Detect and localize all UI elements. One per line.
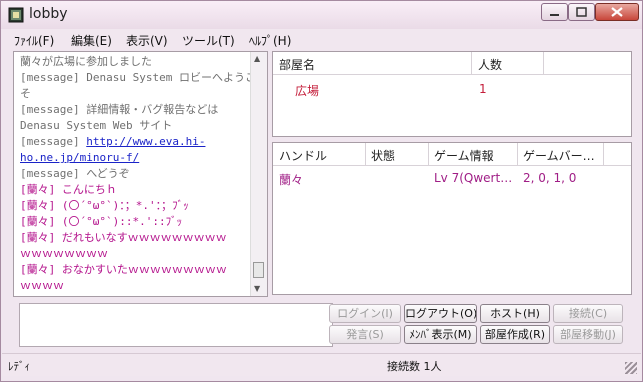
col-room-name[interactable]: 部屋名 bbox=[279, 56, 315, 73]
chat-line: Denasu System Web サイト bbox=[20, 118, 252, 134]
chat-line: [蘭々] だれもいなすｗｗｗｗｗｗｗｗｗ bbox=[20, 230, 252, 246]
chat-scrollbar[interactable]: ▲ ▼ bbox=[250, 52, 267, 296]
lobby-window: lobby ﾌｧｲﾙ(F) 編集(E) 表示(V) ツール(T) ﾍﾙﾌﾟ(H)… bbox=[0, 0, 643, 382]
room-row-count[interactable]: 1 bbox=[479, 82, 487, 96]
speak-button[interactable]: 発言(S) bbox=[329, 325, 401, 344]
chat-line-text: [蘭々] だれもいなすｗｗｗｗｗｗｗｗｗ bbox=[20, 231, 227, 244]
chat-link[interactable]: ho.ne.jp/minoru-f/ bbox=[20, 151, 139, 164]
chat-line: ｗｗｗｗ bbox=[20, 278, 252, 294]
action-panel: ログイン(I) ログアウト(O) ホスト(H) 接続(C) 発言(S) ﾒﾝﾊﾞ… bbox=[13, 302, 623, 352]
lobby-app-icon bbox=[8, 7, 24, 23]
col-handle[interactable]: ハンドル bbox=[279, 147, 327, 164]
status-bar: ﾚﾃﾞｨ 接続数 1人 bbox=[2, 353, 641, 376]
chat-line-text: Denasu System Web サイト bbox=[20, 119, 173, 132]
close-button[interactable] bbox=[595, 3, 639, 21]
room-list[interactable]: 部屋名 人数 広場 1 bbox=[272, 51, 632, 137]
resize-grip-icon[interactable] bbox=[625, 362, 637, 374]
host-button[interactable]: ホスト(H) bbox=[480, 304, 550, 323]
scroll-down-icon[interactable]: ▼ bbox=[254, 284, 260, 293]
chat-line: [message] 詳細情報・バグ報告などは bbox=[20, 102, 252, 118]
menu-bar: ﾌｧｲﾙ(F) 編集(E) 表示(V) ツール(T) ﾍﾙﾌﾟ(H) bbox=[2, 29, 641, 50]
chat-line-text: [message] へどうぞ bbox=[20, 167, 130, 180]
chat-line-text: ｗｗｗｗｗｗｗｗ bbox=[20, 247, 108, 260]
chat-lines: 蘭々が広場に参加しました [message] Denasu System ロビーへ… bbox=[20, 54, 256, 294]
chat-line-text: ｗｗｗｗ bbox=[20, 279, 64, 292]
col-count[interactable]: 人数 bbox=[478, 56, 502, 73]
title-bar[interactable]: lobby bbox=[1, 1, 642, 29]
col-status[interactable]: 状態 bbox=[371, 147, 395, 164]
room-row-name[interactable]: 広場 bbox=[295, 82, 319, 99]
login-button[interactable]: ログイン(I) bbox=[329, 304, 401, 323]
chat-line: そ bbox=[20, 86, 252, 102]
user-row-game-info: Lv 7(Qwert… bbox=[434, 171, 513, 185]
chat-line-text: [message] bbox=[20, 135, 87, 148]
menu-view[interactable]: 表示(V) bbox=[126, 32, 168, 49]
connection-count: 接続数 1人 bbox=[387, 360, 442, 373]
scrollbar-thumb[interactable] bbox=[253, 262, 264, 278]
connect-button[interactable]: 接続(C) bbox=[553, 304, 623, 323]
chat-line-text: [蘭々] (〇´°ω°`)：；*.'：；ﾌﾞｯ bbox=[20, 199, 189, 212]
chat-line-text: そ bbox=[20, 87, 31, 100]
scroll-up-icon[interactable]: ▲ bbox=[254, 54, 260, 63]
user-list[interactable]: ハンドル 状態 ゲーム情報 ゲームバー… 蘭々 Lv 7(Qwert… 2, 0… bbox=[272, 142, 632, 295]
col-game-version[interactable]: ゲームバー… bbox=[523, 147, 595, 164]
maximize-icon bbox=[576, 7, 587, 17]
chat-line-text: [message] Denasu System ロビーへようこ bbox=[20, 71, 256, 84]
menu-help[interactable]: ﾍﾙﾌﾟ(H) bbox=[249, 32, 291, 49]
chat-line: [蘭々] こんにちｈ bbox=[20, 182, 252, 198]
menu-file[interactable]: ﾌｧｲﾙ(F) bbox=[14, 32, 54, 49]
chat-line: [message] Denasu System ロビーへようこ bbox=[20, 70, 256, 86]
user-row-game-version: 2, 0, 1, 0 bbox=[523, 171, 577, 185]
chat-line-text: 蘭々が広場に参加しました bbox=[20, 55, 152, 68]
maximize-button[interactable] bbox=[568, 3, 595, 21]
col-game-info[interactable]: ゲーム情報 bbox=[434, 147, 494, 164]
chat-line: [message] へどうぞ bbox=[20, 166, 252, 182]
menu-tools[interactable]: ツール(T) bbox=[182, 32, 235, 49]
chat-line: [蘭々] (〇´°ω°`)：；*.'：；ﾌﾞｯ bbox=[20, 198, 252, 214]
room-list-header: 部屋名 人数 bbox=[273, 52, 631, 75]
logout-button[interactable]: ログアウト(O) bbox=[404, 304, 477, 323]
move-room-button[interactable]: 部屋移動(J) bbox=[553, 325, 623, 344]
minimize-button[interactable] bbox=[541, 3, 568, 21]
minimize-icon bbox=[550, 14, 559, 16]
chat-line: ｗｗｗｗｗｗｗｗ bbox=[20, 246, 252, 262]
chat-line-text: [蘭々] こんにちｈ bbox=[20, 183, 117, 196]
user-row-handle[interactable]: 蘭々 bbox=[279, 171, 303, 188]
chat-line: ho.ne.jp/minoru-f/ bbox=[20, 150, 252, 166]
status-text: ﾚﾃﾞｨ bbox=[8, 360, 30, 373]
user-list-header: ハンドル 状態 ゲーム情報 ゲームバー… bbox=[273, 143, 631, 166]
chat-line-text: [蘭々] おなかすいたｗｗｗｗｗｗｗｗｗ bbox=[20, 263, 227, 276]
chat-line: 蘭々が広場に参加しました bbox=[20, 54, 252, 70]
message-input[interactable] bbox=[19, 303, 333, 347]
menu-edit[interactable]: 編集(E) bbox=[71, 32, 112, 49]
chat-line: [蘭々] おなかすいたｗｗｗｗｗｗｗｗｗ bbox=[20, 262, 252, 278]
chat-link[interactable]: http://www.eva.hi- bbox=[86, 135, 205, 148]
chat-line-text: [message] 詳細情報・バグ報告などは bbox=[20, 103, 219, 116]
chat-log[interactable]: 蘭々が広場に参加しました [message] Denasu System ロビーへ… bbox=[13, 51, 268, 297]
member-view-button[interactable]: ﾒﾝﾊﾞ表示(M) bbox=[404, 325, 477, 344]
chat-line: [message] http://www.eva.hi- bbox=[20, 134, 252, 150]
chat-line: [蘭々] (〇´°ω°`)::*.'::ﾌﾞｯ bbox=[20, 214, 252, 230]
close-icon bbox=[611, 7, 623, 17]
window-title: lobby bbox=[29, 6, 68, 22]
create-room-button[interactable]: 部屋作成(R) bbox=[480, 325, 550, 344]
chat-line-text: [蘭々] (〇´°ω°`)::*.'::ﾌﾞｯ bbox=[20, 215, 183, 228]
